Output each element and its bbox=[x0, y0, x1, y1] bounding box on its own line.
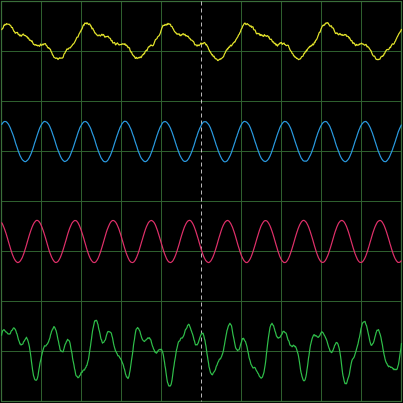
oscilloscope-display bbox=[0, 0, 403, 403]
